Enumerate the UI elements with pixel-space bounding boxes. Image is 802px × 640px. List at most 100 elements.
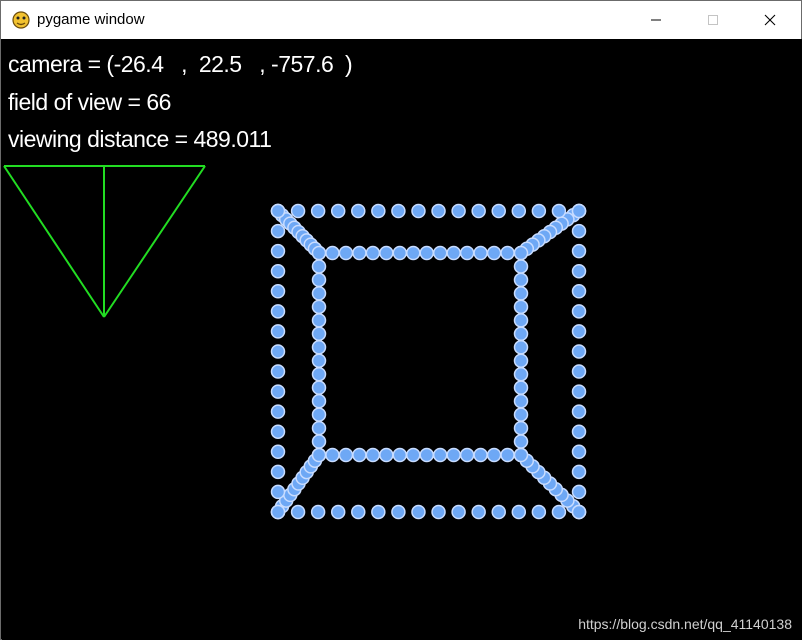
cube-point: [571, 484, 587, 500]
cube-point: [270, 464, 286, 480]
close-button[interactable]: [747, 1, 793, 39]
title-bar[interactable]: pygame window: [1, 1, 801, 39]
cube-point: [311, 259, 327, 274]
cube-point: [571, 243, 587, 259]
cube-point: [311, 340, 327, 355]
cube-point: [270, 223, 286, 239]
cube-point: [551, 504, 567, 520]
viewing-distance-readout: viewing distance = 489.011: [8, 126, 272, 152]
cube-point: [311, 366, 327, 382]
cube-point: [491, 203, 506, 219]
cube-point: [365, 447, 381, 463]
maximize-button[interactable]: [690, 1, 736, 39]
frustum-left-edge: [3, 165, 105, 318]
cube-point: [571, 284, 587, 299]
cube-point: [473, 245, 488, 261]
cube-point: [513, 407, 529, 422]
cube-point: [419, 447, 434, 463]
cube-point: [473, 447, 488, 463]
close-icon: [764, 14, 776, 26]
cube-point: [290, 203, 306, 219]
cube-point: [330, 203, 346, 219]
cube-point: [571, 344, 587, 359]
cube-point: [513, 326, 529, 342]
cube-point: [365, 245, 381, 261]
fov-readout: field of view = 66: [8, 89, 171, 115]
cube-point: [451, 504, 466, 520]
cube-point: [411, 203, 426, 219]
cube-point: [379, 447, 394, 463]
render-canvas[interactable]: camera = (-26.4 , 22.5 , -757.6 ) field …: [2, 39, 802, 640]
cube-point: [270, 404, 286, 419]
cube-point: [352, 245, 367, 261]
cube-point: [311, 407, 327, 422]
cube-point: [311, 272, 327, 288]
cube-point: [411, 504, 426, 520]
cube-point: [310, 504, 326, 520]
cube-point: [513, 353, 529, 368]
cube-point: [270, 243, 286, 259]
cube-point: [511, 203, 527, 219]
watermark: https://blog.csdn.net/qq_41140138: [578, 616, 792, 632]
cube-point: [371, 504, 386, 520]
cube-point: [513, 340, 529, 355]
cube-point: [406, 245, 421, 261]
cube-point: [571, 304, 587, 319]
cube-point: [486, 447, 502, 463]
cube-point: [513, 272, 529, 288]
python-snake-icon: [11, 10, 31, 30]
window-title: pygame window: [37, 11, 145, 28]
cube-point: [270, 424, 286, 439]
cube-point: [270, 304, 286, 319]
cube-point: [311, 420, 327, 436]
cube-point: [325, 245, 340, 261]
cube-point: [571, 203, 587, 219]
cube-point: [571, 364, 587, 379]
maximize-icon: [708, 15, 718, 25]
cube-point: [513, 299, 529, 315]
cube-point: [432, 447, 448, 463]
cube-point: [513, 245, 529, 261]
cube-point: [513, 447, 529, 463]
cube-point: [392, 447, 408, 463]
cube-point: [311, 326, 327, 342]
cube-point: [391, 203, 406, 219]
cube-point: [391, 504, 406, 520]
cube-point: [379, 245, 394, 261]
minimize-icon: [651, 19, 661, 21]
cube-point: [531, 504, 547, 520]
cube-point: [338, 245, 354, 261]
cube-point: [571, 444, 587, 460]
cube-point: [459, 245, 475, 261]
cube-point: [571, 504, 587, 520]
cube-point: [491, 504, 506, 520]
cube-point: [459, 447, 475, 463]
minimize-button[interactable]: [633, 1, 679, 39]
cube-point: [270, 263, 286, 279]
cube-point: [270, 324, 286, 339]
cube-point: [270, 364, 286, 379]
cube-point: [311, 380, 327, 395]
cube-point: [500, 245, 515, 261]
cube-point: [571, 223, 587, 239]
cube-point: [513, 286, 529, 301]
cube-point: [371, 203, 386, 219]
cube-point: [451, 203, 466, 219]
cube-point: [311, 245, 327, 261]
cube-point: [513, 366, 529, 382]
cube-point: [571, 424, 587, 439]
cube-point: [325, 447, 340, 463]
cube-point: [471, 504, 486, 520]
cube-point: [513, 434, 529, 449]
cube-point: [351, 504, 366, 520]
cube-point: [311, 434, 327, 449]
cube-point: [270, 344, 286, 359]
cube-point: [431, 203, 446, 219]
cube-point: [270, 284, 286, 299]
cube-point: [446, 245, 461, 261]
cube-point: [513, 313, 529, 328]
cube-point: [551, 203, 567, 219]
cube-point: [419, 245, 434, 261]
cube-point: [571, 384, 587, 399]
cube-point: [351, 203, 366, 219]
